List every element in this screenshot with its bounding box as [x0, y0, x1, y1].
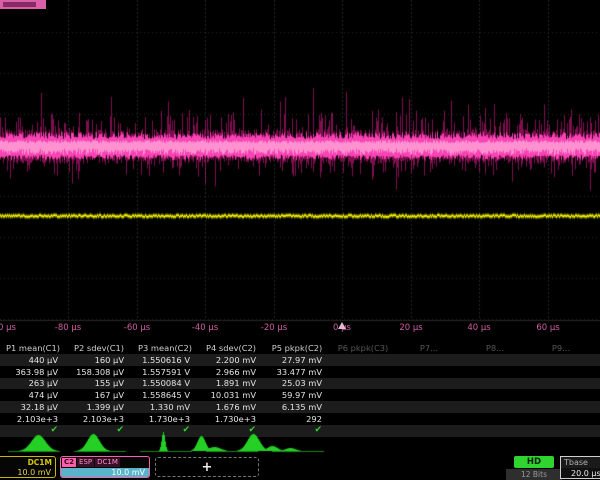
measure-param-header[interactable]: P9... — [528, 343, 594, 353]
waveform-graticule[interactable] — [0, 0, 600, 332]
measure-param-header[interactable]: P1 mean(C1) — [0, 343, 66, 353]
add-trace-button[interactable]: + — [155, 457, 259, 477]
timebase-title: Tbase — [561, 457, 600, 468]
measure-value: 440 µV — [0, 355, 66, 365]
timebase-descriptor[interactable]: Tbase 20.0 µs — [560, 456, 600, 479]
c2-esp-tag: ESP — [77, 458, 94, 467]
time-axis-label: -100 µs — [0, 323, 16, 333]
measure-value: 2.103e+3 — [0, 414, 66, 424]
measure-param-header[interactable]: P8... — [462, 343, 528, 353]
measure-value: 1.557591 V — [132, 367, 198, 377]
measure-value: 32.18 µV — [0, 402, 66, 412]
time-axis-label: -40 µs — [192, 323, 218, 333]
cropped-top-left-badge[interactable] — [0, 0, 46, 9]
measure-param-header[interactable]: P10... — [594, 343, 600, 353]
time-axis-label: -80 µs — [55, 323, 81, 333]
c1-scale-value: 10.0 mV — [0, 468, 55, 477]
measure-value: 363.98 µV — [0, 367, 66, 377]
measure-value: 1.730e+3 — [132, 414, 198, 424]
measure-param-header[interactable]: P2 sdev(C1) — [66, 343, 132, 353]
channel-c1-descriptor[interactable]: DC1M 10.0 mV — [0, 456, 56, 478]
measure-value: 474 µV — [0, 390, 66, 400]
measure-value: 1.891 mV — [198, 378, 264, 388]
measure-stat-row: 440 µV160 µV1.550616 V2.200 mV27.97 mV — [0, 354, 600, 366]
measure-stat-row: 363.98 µV158.308 µV1.557591 V2.966 mV33.… — [0, 366, 600, 378]
measure-stat-row: 2.103e+32.103e+31.730e+31.730e+3292 — [0, 413, 600, 425]
time-axis-label: 40 µs — [467, 323, 490, 333]
c2-id-badge: C2 — [62, 458, 76, 467]
measure-value: 2.200 mV — [198, 355, 264, 365]
measure-value: 292 — [264, 414, 330, 424]
timebase-value: 20.0 µs — [561, 468, 600, 479]
measure-param-header[interactable]: P3 mean(C2) — [132, 343, 198, 353]
time-axis-label: 20 µs — [399, 323, 422, 333]
measure-value: 1.730e+3 — [198, 414, 264, 424]
measure-value: 33.477 mV — [264, 367, 330, 377]
hd-mode-badge[interactable]: HD — [514, 456, 554, 468]
time-axis: -100 µs-80 µs-60 µs-40 µs-20 µs0 µs20 µs… — [0, 321, 600, 335]
c2-tags-row: C2 ESP DC1M — [61, 457, 149, 468]
measure-value: 1.330 mV — [132, 402, 198, 412]
measure-stat-row: 32.18 µV1.399 µV1.330 mV1.676 mV6.135 mV — [0, 401, 600, 413]
measure-value: 263 µV — [0, 378, 66, 388]
measure-value: 1.399 µV — [66, 402, 132, 412]
measure-value: 167 µV — [66, 390, 132, 400]
measure-stat-row: 474 µV167 µV1.558645 V10.031 mV59.97 mV — [0, 389, 600, 401]
bottom-descriptor-bar: DC1M 10.0 mV C2 ESP DC1M 10.0 mV + HD 12… — [0, 455, 600, 480]
measure-value: 2.103e+3 — [66, 414, 132, 424]
measurement-histicons — [0, 430, 600, 454]
measure-param-header[interactable]: P5 pkpk(C2) — [264, 343, 330, 353]
measure-table: P1 mean(C1)P2 sdev(C1)P3 mean(C2)P4 sdev… — [0, 342, 600, 437]
measure-value: 1.550084 V — [132, 378, 198, 388]
badge-text-remnant — [3, 2, 36, 7]
channel-c2-descriptor[interactable]: C2 ESP DC1M 10.0 mV — [60, 456, 150, 478]
c1-coupling-label: DC1M — [0, 457, 55, 468]
bit-depth-label: 12 Bits — [506, 469, 562, 480]
measure-value: 155 µV — [66, 378, 132, 388]
plus-icon: + — [202, 460, 213, 475]
measure-stat-row: 263 µV155 µV1.550084 V1.891 mV25.03 mV — [0, 378, 600, 390]
trigger-time-marker[interactable] — [338, 322, 346, 329]
measure-value: 160 µV — [66, 355, 132, 365]
measure-value: 25.03 mV — [264, 378, 330, 388]
measure-value: 2.966 mV — [198, 367, 264, 377]
measure-value: 1.550616 V — [132, 355, 198, 365]
time-axis-label: -20 µs — [261, 323, 287, 333]
c2-scale-value: 10.0 mV — [61, 468, 149, 477]
measure-value: 1.676 mV — [198, 402, 264, 412]
measure-value: 1.558645 V — [132, 390, 198, 400]
measure-param-header[interactable]: P4 sdev(C2) — [198, 343, 264, 353]
time-axis-label: -60 µs — [124, 323, 150, 333]
oscilloscope-screen: -100 µs-80 µs-60 µs-40 µs-20 µs0 µs20 µs… — [0, 0, 600, 480]
measure-param-header[interactable]: P7... — [396, 343, 462, 353]
c2-coupling-label: DC1M — [95, 458, 120, 467]
measure-header-row: P1 mean(C1)P2 sdev(C1)P3 mean(C2)P4 sdev… — [0, 342, 600, 354]
measure-value: 158.308 µV — [66, 367, 132, 377]
measure-value: 27.97 mV — [264, 355, 330, 365]
measure-value: 6.135 mV — [264, 402, 330, 412]
time-axis-label: 60 µs — [536, 323, 559, 333]
measure-value: 59.97 mV — [264, 390, 330, 400]
measure-param-header[interactable]: P6 pkpk(C3) — [330, 343, 396, 353]
measure-value: 10.031 mV — [198, 390, 264, 400]
